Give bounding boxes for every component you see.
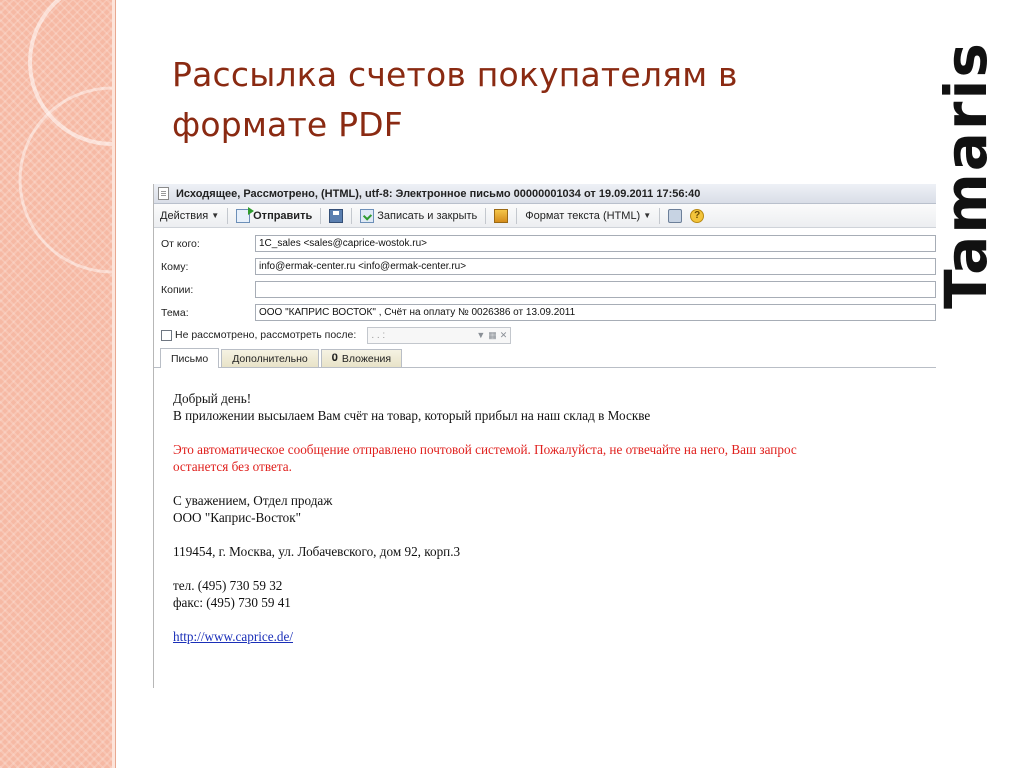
auto-notice-line2: останется без ответа. [173,459,292,474]
send-button[interactable]: Отправить [234,206,314,223]
band-line [115,0,116,768]
from-field[interactable]: 1C_sales <sales@caprice-wostok.ru> [255,235,936,252]
tab-attachments-label: Вложения [341,352,392,365]
not-reviewed-row: Не рассмотрено, рассмотреть после: . . :… [154,324,936,346]
tab-letter[interactable]: Письмо [160,348,220,368]
chevron-down-icon: ▼ [643,211,652,220]
slide-title-line2: формате PDF [172,105,403,144]
floppy-disk-icon [329,208,344,223]
website-link[interactable]: http://www.caprice.de/ [173,629,293,644]
to-label: Кому: [161,260,189,273]
cc-field[interactable] [255,281,936,298]
help-button[interactable]: ? [688,208,706,223]
date-placeholder: . . : [371,329,386,341]
toolbar-separator [227,207,229,224]
paperclip-icon: 𝟎 [331,352,338,364]
settings-button[interactable] [666,208,684,223]
slide-title-line1: Рассылка счетов покупателям в [172,55,738,94]
regards: С уважением, Отдел продаж [173,493,333,508]
fax: факс: (495) 730 59 41 [173,595,291,610]
calendar-icon[interactable]: ▦ [488,330,497,341]
toolbar: Действия ▼ Отправить Записать и закрыть … [154,204,936,228]
date-controls: ▼ ▦ ✕ [476,330,507,341]
toolbar-separator [659,207,661,224]
decorative-left-band [0,0,112,768]
toolbar-separator [485,207,487,224]
tab-letter-label: Письмо [171,352,209,365]
body-line: В приложении высылаем Вам счёт на товар,… [173,408,651,423]
format-icon-button[interactable] [492,208,510,223]
cc-row: Копии: [154,278,936,301]
save-and-close-button[interactable]: Записать и закрыть [358,208,479,223]
subject-label: Тема: [161,306,189,319]
address: 119454, г. Москва, ул. Лобачевского, дом… [173,544,461,559]
send-icon [236,206,255,223]
settings-icon [668,208,683,223]
save-button[interactable] [327,208,345,223]
text-format-menu-button[interactable]: Формат текста (HTML) ▼ [523,210,653,222]
actions-label: Действия [160,209,209,222]
to-field[interactable]: info@ermak-center.ru <info@ermak-center.… [255,258,936,275]
subject-row: Тема: ООО "КАПРИС ВОСТОК" , Счёт на опла… [154,301,936,324]
from-label: От кого: [161,237,200,250]
window-title: Исходящее, Рассмотрено, (HTML), utf-8: Э… [176,187,701,200]
message-tabs: Письмо Дополнительно 𝟎 Вложения [154,348,936,368]
from-row: От кого: 1C_sales <sales@caprice-wostok.… [154,232,936,255]
decorative-circles [18,0,112,274]
subject-field[interactable]: ООО "КАПРИС ВОСТОК" , Счёт на оплату № 0… [255,304,936,321]
help-icon: ? [690,208,705,223]
email-window: Исходящее, Рассмотрено, (HTML), utf-8: Э… [153,184,936,688]
save-close-label: Записать и закрыть [377,209,478,222]
greeting: Добрый день! [173,391,252,406]
save-close-icon [360,208,375,223]
toolbar-separator [320,207,322,224]
auto-notice-line1: Это автоматическое сообщение отправлено … [173,442,797,457]
toolbar-separator [351,207,353,224]
not-reviewed-label: Не рассмотрено, рассмотреть после: [175,329,357,341]
slide-title: Рассылка счетов покупателям в формате PD… [172,50,812,150]
to-row: Кому: info@ermak-center.ru <info@ermak-c… [154,255,936,278]
not-reviewed-checkbox[interactable] [161,329,172,341]
actions-menu-button[interactable]: Действия ▼ [158,210,221,222]
dropdown-icon[interactable]: ▼ [476,330,485,341]
clear-icon[interactable]: ✕ [500,330,508,341]
logo-text: Tamaris [932,41,1000,309]
tab-additional-label: Дополнительно [232,352,308,365]
tab-attachments[interactable]: 𝟎 Вложения [320,349,403,367]
phone: тел. (495) 730 59 32 [173,578,283,593]
tab-additional[interactable]: Дополнительно [221,349,319,367]
company-name: ООО "Каприс-Восток" [173,510,302,525]
text-format-icon [494,208,509,223]
document-icon [158,187,169,200]
window-titlebar: Исходящее, Рассмотрено, (HTML), utf-8: Э… [154,184,936,204]
message-body[interactable]: Добрый день! В приложении высылаем Вам с… [154,368,936,645]
format-label: Формат текста (HTML) [525,209,641,222]
toolbar-separator [516,207,518,224]
tamaris-logo: Tamaris [932,16,1000,334]
send-label: Отправить [253,209,313,222]
email-header-fields: От кого: 1C_sales <sales@caprice-wostok.… [154,228,936,346]
chevron-down-icon: ▼ [211,211,220,220]
review-date-input[interactable]: . . : ▼ ▦ ✕ [367,326,512,344]
cc-label: Копии: [161,283,194,296]
